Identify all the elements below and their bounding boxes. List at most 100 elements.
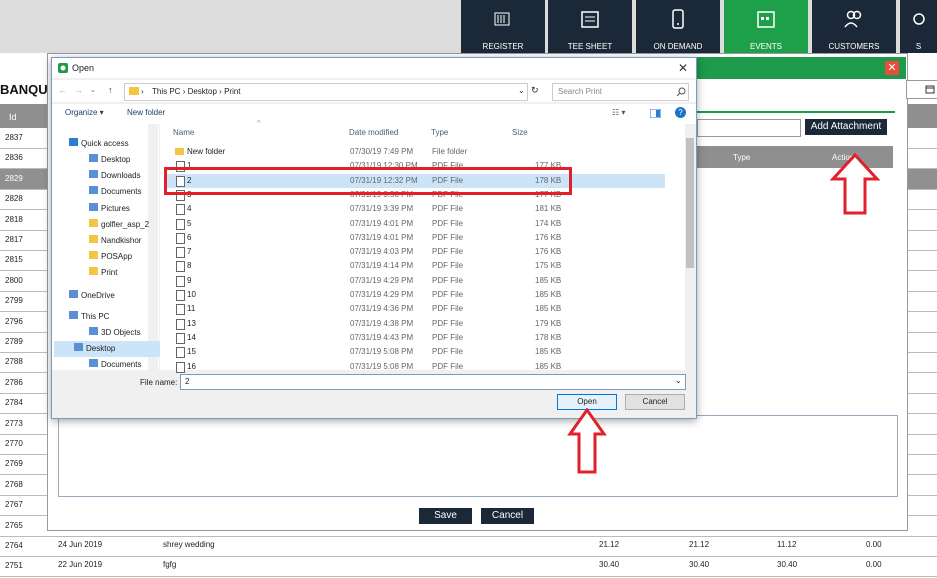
new-folder-button[interactable]: New folder [127,108,165,117]
row-id: 2784 [5,398,23,408]
nav-item[interactable]: Nandkishor [89,235,141,245]
file-row[interactable]: 8 07/31/19 4:14 PM PDF File 175 KB [165,259,665,273]
preview-pane-icon[interactable] [650,109,661,118]
up-icon[interactable]: ↑ [108,85,113,95]
row-id: 2837 [5,133,23,142]
row-id: 2768 [5,479,23,489]
modal-divider [695,111,895,113]
breadcrumb-item[interactable]: Print [224,87,240,96]
add-attachment-button[interactable]: Add Attachment [805,119,887,135]
breadcrumb-item[interactable]: Desktop [188,87,217,96]
attachment-input[interactable] [697,119,801,137]
nav-item[interactable]: This PC [69,311,109,321]
nav-item[interactable]: Quick access [69,138,129,148]
file-row[interactable]: 14 07/31/19 4:43 PM PDF File 178 KB [165,331,665,345]
row-id: 2789 [5,337,23,346]
nav-item[interactable]: Pictures [89,203,130,213]
table-row[interactable]: 2764 [0,536,937,557]
nav-item[interactable]: Desktop [54,341,168,357]
file-scrollbar[interactable] [685,124,695,370]
dialog-close-button[interactable]: ✕ [678,61,688,75]
forward-icon[interactable]: → [74,85,83,95]
column-type[interactable]: Type [431,128,448,137]
nav-item[interactable]: Desktop [89,154,130,164]
table-cell-date: 24 Jun 2019 [58,540,103,549]
file-row[interactable]: 9 07/31/19 4:29 PM PDF File 185 KB [165,274,665,288]
column-name[interactable]: Name [173,128,194,137]
cancel-button[interactable]: Cancel [481,508,534,524]
file-row[interactable]: New folder 07/30/19 7:49 PM File folder [165,145,665,159]
file-size: 178 KB [535,332,562,342]
file-size: 185 KB [535,275,562,285]
file-date: 07/31/19 5:08 PM [350,347,414,357]
nav-button-s[interactable]: S [900,0,937,53]
file-row[interactable]: 4 07/31/19 3:39 PM PDF File 181 KB [165,202,665,216]
modal-close-button[interactable]: ✕ [885,61,899,75]
file-date: 07/31/19 3:39 PM [350,204,414,214]
nav-item[interactable]: golfler_asp_2 [89,219,149,229]
calendar-icon[interactable] [925,84,935,94]
save-button[interactable]: Save [419,508,472,524]
nav-button-on-demand[interactable]: ON DEMAND [636,0,720,53]
file-row[interactable]: 15 07/31/19 5:08 PM PDF File 185 KB [165,345,665,359]
row-id: 2751 [5,561,23,571]
nav-button-events[interactable]: EVENTS [724,0,808,53]
dialog-cancel-button[interactable]: Cancel [625,394,685,410]
file-date: 07/31/19 5:08 PM [350,361,414,371]
nav-item-label: Desktop [101,155,131,164]
nav-item[interactable]: OneDrive [69,290,115,300]
file-name-input[interactable] [180,374,686,390]
file-type: PDF File [432,218,464,228]
file-name: 16 [187,361,196,371]
file-date: 07/31/19 4:14 PM [350,261,414,271]
download-icon [89,170,98,178]
nav-button-tee-sheet[interactable]: TEE SHEET [548,0,632,53]
nav-item[interactable]: Downloads [89,170,141,180]
nav-button-register[interactable]: REGISTER [461,0,545,53]
file-name: 13 [187,318,196,328]
dialog-titlebar [52,58,696,78]
search-icon[interactable] [677,87,686,96]
column-date-modified[interactable]: Date modified [349,128,398,137]
view-options-icon[interactable]: ☷ ▾ [612,108,625,117]
file-row[interactable]: 7 07/31/19 4:03 PM PDF File 176 KB [165,245,665,259]
row-id: 2799 [5,296,23,306]
pdf-file-icon [176,304,185,316]
row-id: 2769 [5,459,23,469]
nav-item[interactable]: Documents [89,359,141,369]
nav-item[interactable]: Print [89,267,117,277]
document-icon [89,359,98,367]
nav-button-customers[interactable]: CUSTOMERS [812,0,896,53]
computer-icon [69,311,78,319]
nav-item[interactable]: 3D Objects [89,327,141,337]
nav-item-label: 3D Objects [101,328,141,337]
nav-item[interactable]: Documents [89,186,141,196]
file-row[interactable]: 16 07/31/19 5:08 PM PDF File 185 KB [165,360,665,374]
refresh-icon[interactable]: ↻ [531,85,539,96]
file-row[interactable]: 6 07/31/19 4:01 PM PDF File 176 KB [165,231,665,245]
table-cell-name: shrey wedding [163,540,215,549]
users-icon [844,10,862,28]
help-icon[interactable]: ? [675,107,686,118]
recent-dropdown-icon[interactable]: ⌄ [90,86,96,94]
file-row[interactable]: 10 07/31/19 4:29 PM PDF File 185 KB [165,288,665,302]
breadcrumb[interactable]: This PC › Desktop › Print [152,87,241,96]
annotation-arrow-up-icon [567,408,607,474]
file-row[interactable]: 5 07/31/19 4:01 PM PDF File 174 KB [165,217,665,231]
nav-item[interactable]: POSApp [89,251,132,261]
file-type: PDF File [432,261,464,271]
back-icon[interactable]: ← [58,85,67,95]
file-type: File folder [432,147,468,156]
address-dropdown-icon[interactable]: ⌄ [518,86,525,95]
file-name: 7 [187,247,192,257]
date-field[interactable] [906,80,937,99]
nav-item-label: Nandkishor [101,236,142,245]
breadcrumb-item[interactable]: This PC [152,87,180,96]
file-name-dropdown-icon[interactable]: ⌄ [675,376,682,385]
file-row[interactable]: 11 07/31/19 4:36 PM PDF File 185 KB [165,302,665,316]
file-type: PDF File [432,290,464,299]
file-row[interactable]: 13 07/31/19 4:38 PM PDF File 179 KB [165,317,665,331]
nav-scrollbar[interactable] [148,124,158,370]
organize-button[interactable]: Organize ▾ [65,108,104,117]
column-size[interactable]: Size [512,128,528,137]
